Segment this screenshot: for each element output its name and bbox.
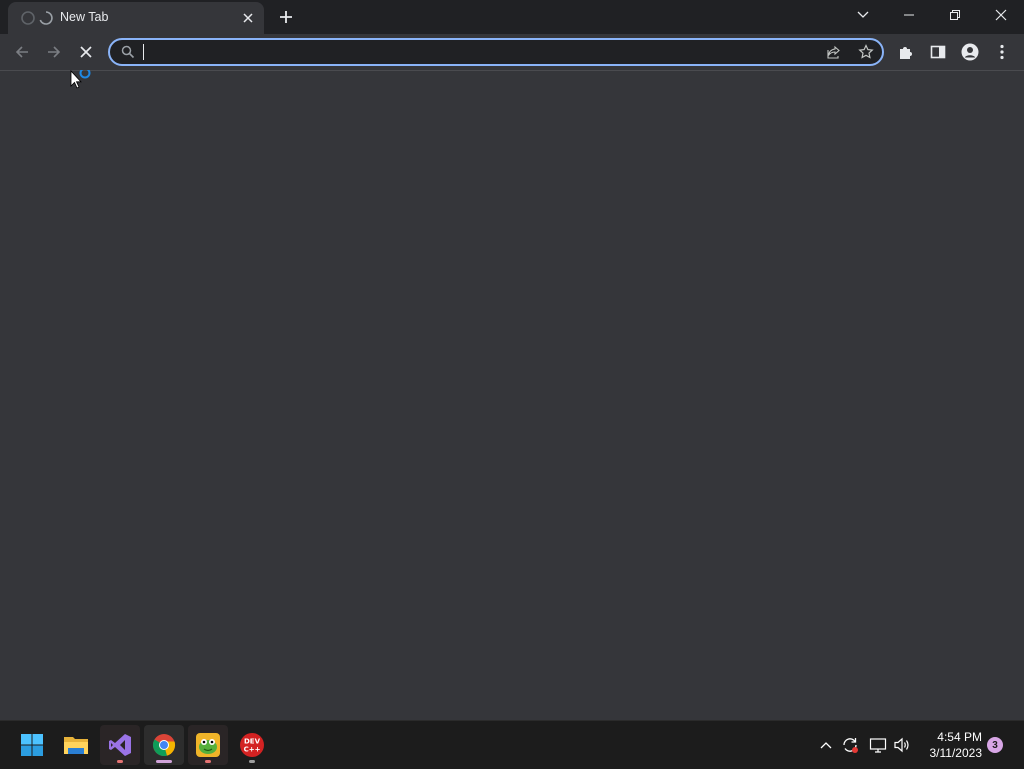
address-input[interactable] [142,42,792,62]
chevron-up-icon [820,742,832,749]
stop-loading-button[interactable] [72,38,100,66]
taskbar-clock[interactable]: 4:54 PM 3/11/2023 [918,729,983,761]
minimize-icon [904,14,914,16]
volume-button[interactable] [892,735,912,755]
share-button[interactable] [824,42,844,62]
address-bar[interactable] [108,38,884,66]
bookmark-star-button[interactable] [856,42,876,62]
restore-button[interactable] [932,0,978,30]
windows-logo-icon [21,734,43,756]
close-icon [243,13,253,23]
menu-button[interactable] [988,38,1016,66]
windows-taskbar: DEV C++ 4:54 PM 3/11/2023 3 [0,720,1024,769]
network-button[interactable] [868,735,888,755]
plus-icon [280,11,292,23]
puzzle-icon [900,47,912,59]
side-panel-button[interactable] [924,38,952,66]
speaker-icon [894,737,909,753]
taskbar-frog-game[interactable] [188,725,228,765]
running-indicator [205,760,211,763]
start-button[interactable] [12,725,52,765]
show-hidden-icons-button[interactable] [816,735,836,755]
running-indicator [249,760,255,763]
search-icon [121,45,135,59]
extensions-button[interactable] [892,38,920,66]
frog-game-icon [196,733,220,757]
kebab-menu-icon [1000,44,1004,60]
profile-icon [961,43,979,61]
tab-new-tab[interactable]: New Tab [8,2,264,34]
taskbar-chrome[interactable] [144,725,184,765]
minimize-button[interactable] [886,0,932,30]
loading-spinner-icon [21,11,53,25]
tab-close-button[interactable] [238,8,258,28]
visual-studio-icon [109,734,131,756]
new-tab-button[interactable] [274,5,298,29]
close-icon [995,9,1007,21]
running-indicator [117,760,123,763]
notification-badge[interactable]: 3 [987,737,1003,753]
share-icon [827,45,840,59]
close-icon [80,46,92,58]
arrow-left-icon [15,46,28,58]
network-monitor-icon [869,738,887,753]
taskbar-file-explorer[interactable] [56,725,96,765]
restore-icon [950,10,960,20]
taskbar-devcpp[interactable]: DEV C++ [232,725,272,765]
profile-button[interactable] [956,38,984,66]
active-indicator [156,760,172,763]
side-panel-icon [930,45,946,59]
chrome-icon [153,734,176,757]
svg-text:C++: C++ [244,746,261,754]
clock-date: 3/11/2023 [929,746,983,760]
tab-search-button[interactable] [840,0,886,30]
devcpp-icon: DEV C++ [240,733,264,757]
sync-alert-icon [843,738,858,753]
sync-status-button[interactable] [840,735,860,755]
svg-text:DEV: DEV [244,738,261,746]
text-caret [143,44,144,60]
taskbar-visual-studio[interactable] [100,725,140,765]
window-close-button[interactable] [978,0,1024,30]
chevron-down-icon [857,11,869,18]
mouse-pointer-busy-icon [70,70,91,89]
browser-toolbar [0,34,1024,71]
browser-title-bar: New Tab [0,0,1024,34]
arrow-right-icon [48,46,61,58]
star-icon [858,44,874,59]
clock-time: 4:54 PM [937,730,982,744]
back-button[interactable] [8,38,36,66]
forward-button[interactable] [40,38,68,66]
tab-title: New Tab [60,10,109,24]
folder-icon [64,737,88,754]
